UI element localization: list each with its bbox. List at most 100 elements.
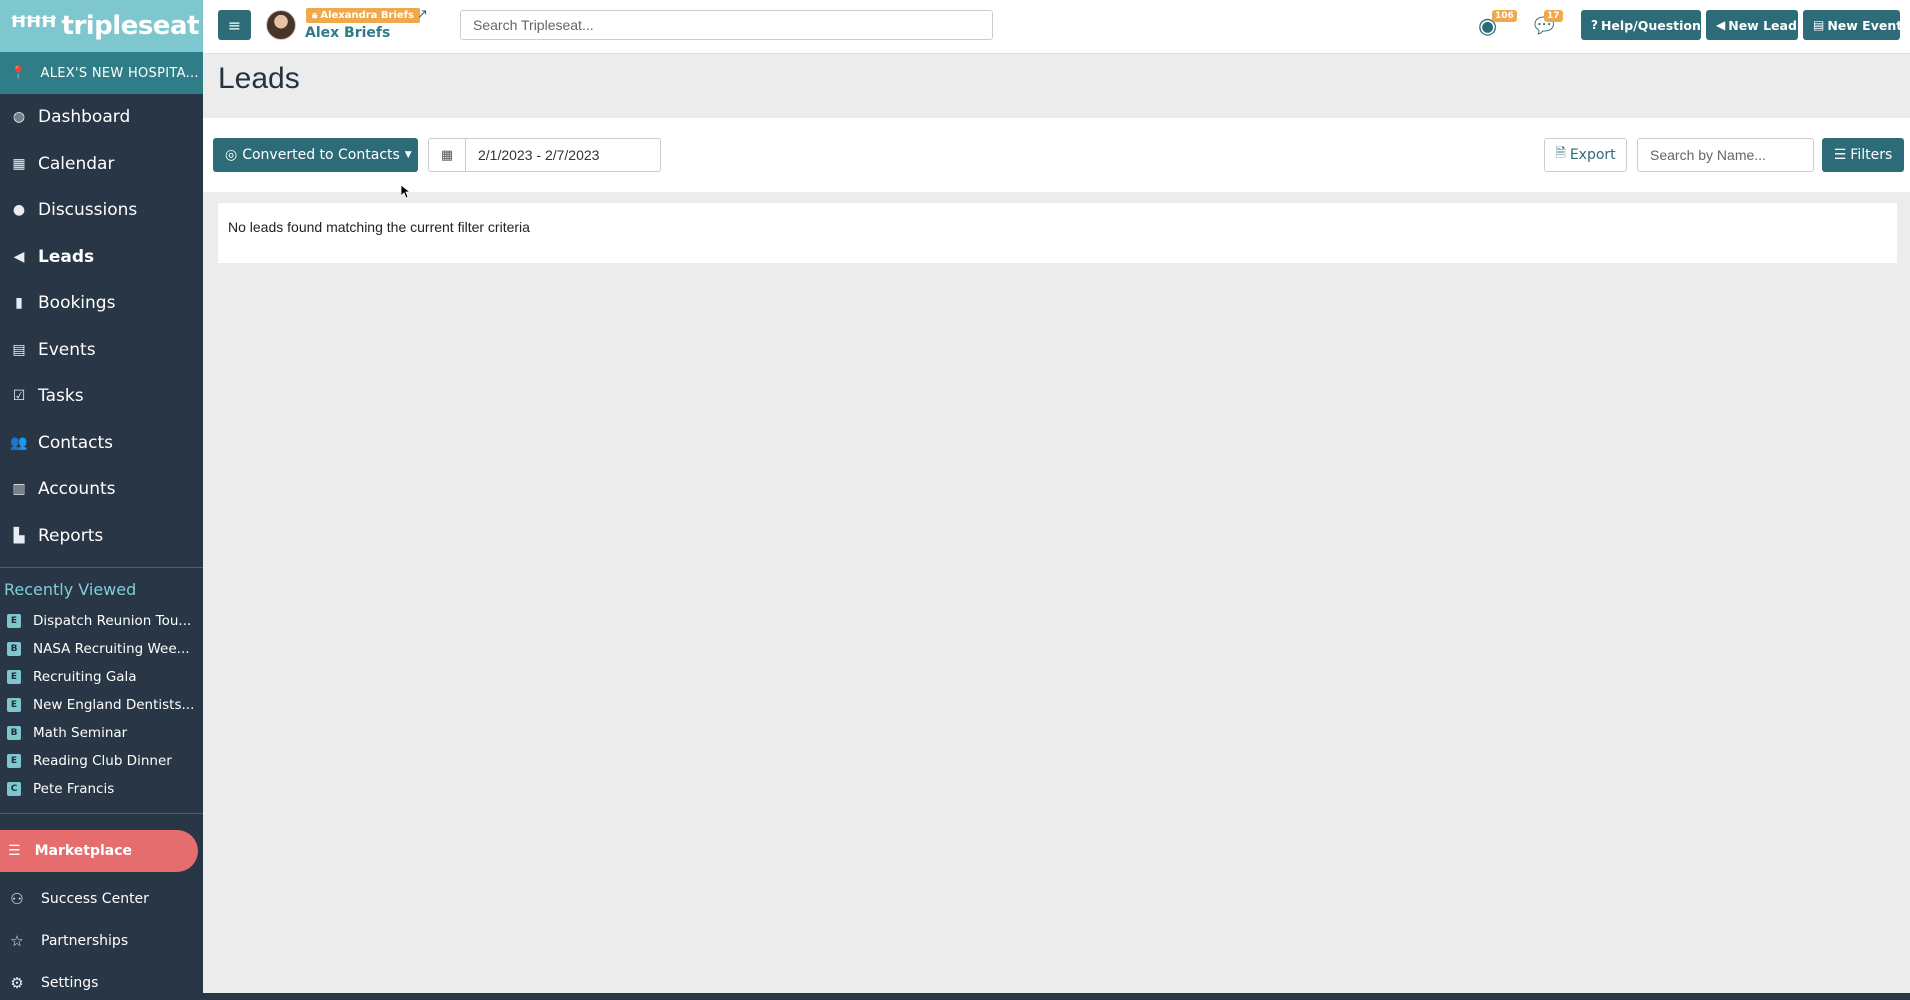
filters-button[interactable]: ☰ Filters (1822, 138, 1904, 172)
recent-item[interactable]: E Recruiting Gala (0, 663, 203, 691)
recent-item-label: Pete Francis (33, 781, 115, 797)
sidebar: ꟸꟸꟸ tripleseat 📍 ALEX'S NEW HOSPITA... ◍… (0, 0, 203, 1000)
hamburger-menu-button[interactable]: ≡ (218, 10, 251, 40)
recent-item[interactable]: E Reading Club Dinner (0, 747, 203, 775)
recently-viewed-title: Recently Viewed (4, 580, 137, 599)
sidebar-item-tasks[interactable]: ☑ Tasks (0, 373, 203, 420)
file-excel-icon: 🗎 (1555, 146, 1566, 161)
type-badge: B (7, 642, 21, 656)
hamburger-icon: ≡ (227, 15, 242, 35)
sidebar-item-reports[interactable]: ▙ Reports (0, 513, 203, 560)
page-title: Leads (218, 62, 300, 95)
sliders-icon: ☰ (1833, 147, 1847, 163)
sidebar-item-calendar[interactable]: ▦ Calendar (0, 141, 203, 188)
sidebar-item-contacts[interactable]: 👥 Contacts (0, 420, 203, 467)
binoculars-icon: ⚇ (10, 890, 24, 908)
bar-chart-icon: ▙ (13, 527, 25, 544)
notifications-count: 106 (1492, 10, 1517, 22)
sidebar-item-label: Events (38, 339, 96, 360)
type-badge: E (7, 670, 21, 684)
book-icon: ▤ (12, 341, 26, 358)
type-badge: E (7, 614, 21, 628)
sidebar-item-events[interactable]: ▤ Events (0, 327, 203, 374)
sidebar-item-success-center[interactable]: ⚇ Success Center (0, 878, 203, 920)
sidebar-item-label: Tasks (38, 386, 84, 407)
book-icon: ▤ (1813, 18, 1825, 32)
bottom-edge (0, 993, 1910, 1000)
dashboard-icon: ◍ (12, 109, 26, 126)
type-badge: C (7, 782, 21, 796)
new-event-label: New Event (1827, 17, 1903, 33)
recent-item-label: Recruiting Gala (33, 669, 137, 685)
megaphone-icon: ◀ (1716, 18, 1726, 32)
building-icon: ▥ (12, 481, 26, 498)
help-question-button[interactable]: ? Help/Question (1581, 10, 1701, 40)
search-by-name-input[interactable] (1637, 138, 1814, 172)
filters-label: Filters (1850, 147, 1893, 163)
help-label: Help/Question (1600, 17, 1701, 33)
recent-item[interactable]: E Dispatch Reunion Tou... (0, 607, 203, 635)
sidebar-item-partnerships[interactable]: ☆ Partnerships (0, 920, 203, 962)
status-filter-label: Converted to Contacts (242, 147, 400, 163)
type-badge: B (7, 726, 21, 740)
sidebar-item-label: Discussions (38, 200, 138, 221)
top-bar: ≡ 🔒︎Alexandra Briefs ↗ Alex Briefs ◉ 106… (203, 0, 1910, 54)
megaphone-icon: ◀ (13, 248, 25, 265)
sidebar-item-label: Settings (41, 975, 99, 991)
bottom-nav: ⚇ Success Center ☆ Partnerships ⚙ Settings (0, 878, 203, 1000)
recent-item[interactable]: B Math Seminar (0, 719, 203, 747)
messages-button[interactable]: 💬︎ 17 (1530, 10, 1563, 39)
lock-icon: 🔒︎ (312, 10, 318, 21)
recent-item[interactable]: C Pete Francis (0, 775, 203, 803)
user-tag: 🔒︎ Alexandra Briefs (306, 8, 420, 23)
eye-icon: ◎ (225, 147, 238, 163)
sidebar-item-accounts[interactable]: ▥ Accounts (0, 466, 203, 513)
avatar[interactable] (266, 10, 296, 40)
sidebar-item-label: Bookings (38, 293, 116, 314)
divider (0, 813, 203, 814)
sidebar-item-bookings[interactable]: ▮ Bookings (0, 280, 203, 327)
sidebar-item-label: Accounts (38, 479, 116, 500)
empty-state-message: No leads found matching the current filt… (228, 219, 530, 235)
marketplace-label: Marketplace (34, 843, 133, 859)
results-panel: No leads found matching the current filt… (218, 203, 1897, 263)
sidebar-item-discussions[interactable]: ● Discussions (0, 187, 203, 234)
marketplace-button[interactable]: ☰ Marketplace (0, 830, 198, 872)
location-selector[interactable]: 📍 ALEX'S NEW HOSPITA... (0, 52, 203, 94)
user-tag-label: Alexandra Briefs (320, 10, 414, 21)
export-button[interactable]: 🗎 Export (1544, 138, 1627, 172)
sidebar-item-label: Dashboard (38, 107, 131, 128)
notifications-button[interactable]: ◉ 106 (1478, 10, 1517, 39)
recent-item[interactable]: B NASA Recruiting Wee... (0, 635, 203, 663)
new-lead-label: New Lead (1728, 17, 1797, 33)
recent-item-label: Math Seminar (33, 725, 128, 741)
gear-icon: ⚙ (10, 974, 24, 992)
checkbox-icon: ☑ (12, 388, 26, 405)
leads-toolbar: ◎ Converted to Contacts ▼ ▦ 2/1/2023 - 2… (203, 118, 1910, 192)
user-name-link[interactable]: Alex Briefs (305, 25, 390, 41)
sidebar-item-label: Contacts (38, 432, 113, 453)
date-range-picker[interactable]: ▦ 2/1/2023 - 2/7/2023 (428, 138, 661, 172)
recent-item-label: NASA Recruiting Wee... (33, 641, 190, 657)
sidebar-item-leads[interactable]: ◀ Leads (0, 234, 203, 281)
external-link-icon[interactable]: ↗ (417, 7, 428, 22)
main-nav: ◍ Dashboard ▦ Calendar ● Discussions ◀ Leads ▮ Bo… (0, 94, 203, 559)
status-filter-dropdown[interactable]: ◎ Converted to Contacts ▼ (213, 138, 418, 172)
recent-item[interactable]: E New England Dentists... (0, 691, 203, 719)
recent-item-label: Dispatch Reunion Tou... (33, 613, 192, 629)
date-range-value: 2/1/2023 - 2/7/2023 (478, 147, 600, 163)
logo-text: tripleseat (61, 11, 200, 41)
star-icon: ☆ (10, 932, 24, 950)
store-icon: ☰ (8, 843, 21, 859)
sidebar-item-label: Partnerships (41, 933, 129, 949)
new-lead-button[interactable]: ◀ New Lead (1706, 10, 1798, 40)
map-pin-icon: 📍 (10, 65, 27, 81)
export-label: Export (1569, 147, 1616, 163)
logo[interactable]: ꟸꟸꟸ tripleseat (0, 0, 203, 52)
caret-down-icon: ▼ (404, 150, 412, 160)
sidebar-item-dashboard[interactable]: ◍ Dashboard (0, 94, 203, 141)
global-search-input[interactable] (460, 10, 993, 40)
recent-item-label: New England Dentists... (33, 697, 195, 713)
messages-count: 17 (1544, 10, 1563, 22)
new-event-button[interactable]: ▤ New Event (1803, 10, 1903, 40)
